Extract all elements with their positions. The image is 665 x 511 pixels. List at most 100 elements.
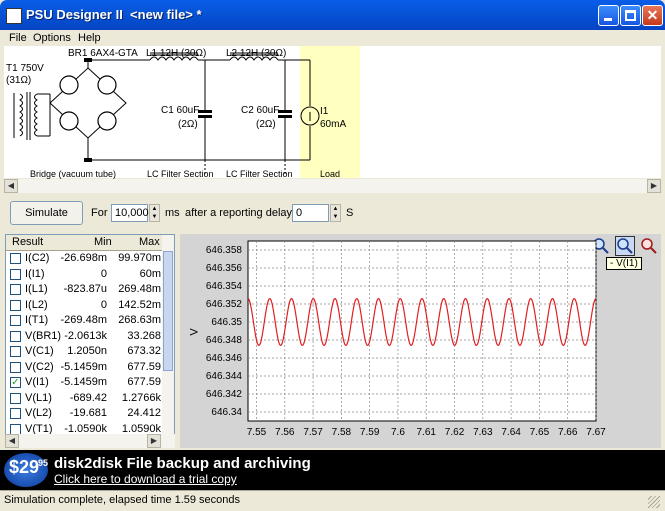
result-name: I(I1) <box>25 267 45 280</box>
result-max: 269.48m <box>118 283 161 295</box>
result-name: V(BR1) <box>25 329 62 342</box>
result-min: -19.681 <box>69 407 107 419</box>
y-tick-label: 646.358 <box>206 245 243 256</box>
row-checkbox[interactable] <box>10 361 21 373</box>
br1-label: BR1 6AX4-GTA <box>68 48 138 59</box>
delay-input[interactable]: 0 <box>292 204 329 222</box>
resize-grip[interactable] <box>648 496 660 508</box>
row-checkbox[interactable] <box>10 408 21 419</box>
x-tick-label: 7.6 <box>391 427 405 438</box>
price-label: $29 <box>9 457 40 477</box>
section-bridge-label: Bridge (vacuum tube) <box>30 169 117 179</box>
header-min[interactable]: Min <box>94 236 112 248</box>
y-tick-label: 646.352 <box>206 299 243 310</box>
table-row[interactable]: I(C2) -26.698m 99.970m <box>6 251 164 266</box>
results-scroll-left[interactable]: ◀ <box>5 434 19 448</box>
result-min: 0 <box>100 298 107 311</box>
table-row[interactable]: V(C2) -5.1459m 677.59 <box>6 360 164 375</box>
delay-unit: S <box>346 207 354 219</box>
result-min: -1.0590k <box>64 422 107 435</box>
maximize-button[interactable] <box>620 5 641 26</box>
row-checkbox[interactable] <box>10 253 21 264</box>
l2-label: L2 12H (30Ω) <box>226 48 287 59</box>
table-row[interactable]: I(L1) -823.87u 269.48m <box>6 282 164 297</box>
c2-resistance: (2Ω) <box>256 119 276 130</box>
results-list[interactable]: Result Min Max I(C2) -26.698m 99.970m I(I1)… <box>5 234 175 448</box>
row-checkbox[interactable]: ✓ <box>10 377 21 388</box>
voltage-chart[interactable]: 646.358 646.356 646.354 646.352 646.35 646.34… <box>180 234 661 448</box>
result-max: 673.32 <box>127 345 161 357</box>
result-max: 268.63m <box>118 314 161 326</box>
table-row[interactable]: V(C1) 1.2050n 673.32 <box>6 344 164 359</box>
table-row[interactable]: I(L2) 0 142.52m <box>6 298 164 313</box>
result-max: 142.52m <box>118 298 161 311</box>
banner-link[interactable]: Click here to download a trial copy <box>54 472 237 486</box>
x-tick-label: 7.67 <box>586 427 606 438</box>
y-tick-label: 646.348 <box>206 335 243 346</box>
row-checkbox[interactable] <box>10 392 21 404</box>
result-min: -5.1459m <box>60 360 107 373</box>
x-tick-label: 7.66 <box>558 427 578 438</box>
header-result[interactable]: Result <box>12 236 43 248</box>
duration-input[interactable]: 10,000 <box>111 204 149 222</box>
close-icon: ✕ <box>646 7 659 23</box>
header-max[interactable]: Max <box>139 236 160 248</box>
y-tick-label: 646.346 <box>206 353 243 364</box>
l1-label: L1 12H (30Ω) <box>146 48 207 59</box>
y-tick-label: 646.342 <box>206 389 243 400</box>
x-tick-label: 7.59 <box>360 427 380 438</box>
status-text: Simulation complete, elapsed time 1.59 s… <box>4 494 241 506</box>
table-row[interactable]: V(L2) -19.681 24.412 <box>6 406 164 421</box>
results-scroll-right[interactable]: ▶ <box>147 434 161 448</box>
result-name: V(T1) <box>25 422 53 435</box>
delay-spinner[interactable]: ▲ ▼ <box>330 204 341 222</box>
result-min: 0 <box>100 267 107 280</box>
row-checkbox[interactable] <box>10 346 21 357</box>
schematic-scrollbar[interactable] <box>4 179 661 193</box>
result-min: -26.698m <box>60 252 107 264</box>
table-row[interactable]: I(T1) -269.48m 268.63m <box>6 313 164 328</box>
x-tick-label: 7.55 <box>247 427 267 438</box>
menu-file[interactable]: File <box>9 30 27 46</box>
for-label: For <box>91 207 108 219</box>
duration-spinner[interactable]: ▲ ▼ <box>149 204 160 222</box>
menu-help[interactable]: Help <box>78 30 101 46</box>
result-max: 99.970m <box>118 252 161 264</box>
table-row[interactable]: V(L1) -689.42 1.2766k <box>6 391 164 406</box>
result-max: 1.0590k <box>121 422 161 435</box>
result-max: 677.59 <box>127 376 161 388</box>
result-name: I(L2) <box>25 298 48 311</box>
section-lc1-label: LC Filter Section <box>147 169 214 179</box>
result-max: 24.412 <box>127 407 161 419</box>
close-button[interactable]: ✕ <box>642 5 663 26</box>
minimize-button[interactable] <box>598 5 619 26</box>
result-max: 33.268 <box>127 329 161 342</box>
schematic-diagram <box>13 52 320 176</box>
row-checkbox[interactable] <box>10 299 21 311</box>
menu-options[interactable]: Options <box>33 30 71 46</box>
menu-bar <box>4 30 661 46</box>
price-cents: 95 <box>38 458 49 468</box>
x-tick-label: 7.61 <box>417 427 437 438</box>
scroll-right-button[interactable]: ▶ <box>647 179 661 193</box>
app-icon[interactable] <box>6 8 22 24</box>
simulate-button[interactable]: Simulate <box>10 201 83 225</box>
y-tick-label: 646.356 <box>206 263 243 274</box>
row-checkbox[interactable] <box>10 284 21 295</box>
result-name: V(C2) <box>25 360 54 373</box>
delay-label: after a reporting delay of <box>185 207 305 219</box>
y-tick-label: 646.344 <box>206 371 243 382</box>
row-checkbox[interactable] <box>10 315 21 326</box>
result-min: 1.2050n <box>67 345 107 357</box>
y-tick-label: 646.354 <box>206 281 243 292</box>
table-row[interactable]: V(BR1) -2.0613k 33.268 <box>6 329 164 344</box>
results-scroll-thumb[interactable] <box>163 251 173 371</box>
x-tick-label: 7.56 <box>275 427 295 438</box>
y-tick-label: 646.35 <box>211 317 242 328</box>
table-row[interactable]: I(I1) 0 60m <box>6 267 164 282</box>
row-checkbox[interactable] <box>10 330 21 342</box>
table-row[interactable]: ✓ V(I1) -5.1459m 677.59 <box>6 375 164 390</box>
scroll-left-button[interactable]: ◀ <box>4 179 18 193</box>
row-checkbox[interactable] <box>10 268 21 280</box>
row-checkbox[interactable] <box>10 423 21 435</box>
